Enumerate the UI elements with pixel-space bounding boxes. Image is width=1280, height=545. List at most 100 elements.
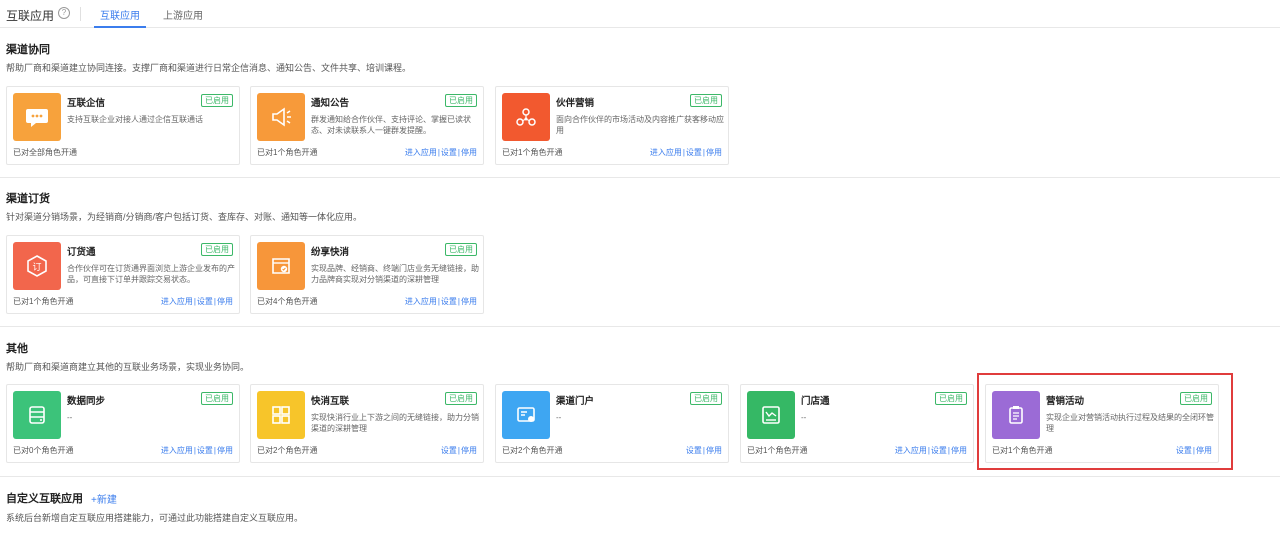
highlight-box xyxy=(977,373,1233,470)
page-title: 互联应用 xyxy=(6,9,55,23)
settings-link[interactable]: 设置 xyxy=(931,446,947,455)
enabled-badge: 已启用 xyxy=(201,94,233,107)
enabled-badge: 已启用 xyxy=(445,392,477,405)
active-tab-indicator xyxy=(94,26,146,28)
app-actions: 进入应用|设置|停用 xyxy=(894,446,967,455)
app-name: 纷享快消 xyxy=(311,247,350,258)
enter-app-link[interactable]: 进入应用 xyxy=(895,446,927,455)
custom-apps-title: 自定义互联应用 xyxy=(6,493,83,505)
app-name: 渠道门户 xyxy=(556,396,595,407)
settings-link[interactable]: 设置 xyxy=(686,148,702,157)
app-status: 已对1个角色开通 xyxy=(13,297,74,306)
enabled-badge: 已启用 xyxy=(690,94,722,107)
app-description: 实现品牌、经销商、终端门店业务无缝链接，助力品牌商实现对分销渠道的深耕管理 xyxy=(311,264,479,284)
app-description: -- xyxy=(556,413,562,422)
app-description: 面向合作伙伴的市场活动及内容推广获客移动应用 xyxy=(556,115,724,135)
database-icon xyxy=(13,391,61,439)
app-status: 已对2个角色开通 xyxy=(502,446,563,455)
disable-link[interactable]: 停用 xyxy=(461,297,477,306)
network-icon xyxy=(502,93,550,141)
app-actions: 进入应用|设置|停用 xyxy=(404,148,477,157)
disable-link[interactable]: 停用 xyxy=(951,446,967,455)
app-name: 通知公告 xyxy=(311,98,350,109)
app-name: 订货通 xyxy=(67,247,96,258)
app-card-store: 门店通 已启用 -- 已对1个角色开通 进入应用|设置|停用 xyxy=(740,384,974,463)
app-actions: 进入应用|设置|停用 xyxy=(160,446,233,455)
shop-icon xyxy=(747,391,795,439)
settings-link[interactable]: 设置 xyxy=(197,297,213,306)
section-title-channel-collab: 渠道协同 xyxy=(6,44,50,56)
section-desc-other: 帮助厂商和渠道商建立其他的互联业务场景，实现业务协同。 xyxy=(6,362,250,372)
app-status: 已对1个角色开通 xyxy=(747,446,808,455)
help-icon[interactable]: ? xyxy=(58,7,70,19)
enabled-badge: 已启用 xyxy=(445,94,477,107)
app-card-partner-marketing: 伙伴营销 已启用 面向合作伙伴的市场活动及内容推广获客移动应用 已对1个角色开通… xyxy=(495,86,729,165)
enabled-badge: 已启用 xyxy=(690,392,722,405)
app-name: 门店通 xyxy=(801,396,830,407)
app-description: -- xyxy=(801,413,807,422)
enabled-badge: 已启用 xyxy=(935,392,967,405)
section-desc-channel-collab: 帮助厂商和渠道建立协同连接。支撑厂商和渠道进行日常企信消息、通知公告、文件共享、… xyxy=(6,63,412,73)
disable-link[interactable]: 停用 xyxy=(217,297,233,306)
app-status: 已对4个角色开通 xyxy=(257,297,318,306)
section-divider xyxy=(0,326,1280,327)
app-description: 支持互联企业对接人通过企信互联通话 xyxy=(67,115,203,124)
app-description: 合作伙伴可在订货通界面浏览上游企业发布的产品，可直接下订单并跟踪交易状态。 xyxy=(67,264,235,284)
app-card-channel-portal: 渠道门户 已启用 -- 已对2个角色开通 设置|停用 xyxy=(495,384,729,463)
enter-app-link[interactable]: 进入应用 xyxy=(650,148,682,157)
app-card-notice: 通知公告 已启用 群发通知给合作伙伴、支持评论、掌握已读状态、对未读联系人一键群… xyxy=(250,86,484,165)
settings-link[interactable]: 设置 xyxy=(441,148,457,157)
app-name: 快消互联 xyxy=(311,396,350,407)
app-card-data-sync: 数据同步 已启用 -- 已对0个角色开通 进入应用|设置|停用 xyxy=(6,384,240,463)
enter-app-link[interactable]: 进入应用 xyxy=(405,148,437,157)
app-card-order: 订 订货通 已启用 合作伙伴可在订货通界面浏览上游企业发布的产品，可直接下订单并… xyxy=(6,235,240,314)
disable-link[interactable]: 停用 xyxy=(706,446,722,455)
app-status: 已对0个角色开通 xyxy=(13,446,74,455)
app-description: -- xyxy=(67,413,73,422)
app-name: 数据同步 xyxy=(67,396,106,407)
enabled-badge: 已启用 xyxy=(201,392,233,405)
app-name: 互联企信 xyxy=(67,98,106,109)
chat-bubble-icon xyxy=(13,93,61,141)
enter-app-link[interactable]: 进入应用 xyxy=(405,297,437,306)
enabled-badge: 已启用 xyxy=(445,243,477,256)
settings-link[interactable]: 设置 xyxy=(197,446,213,455)
app-actions: 进入应用|设置|停用 xyxy=(404,297,477,306)
disable-link[interactable]: 停用 xyxy=(461,446,477,455)
enter-app-link[interactable]: 进入应用 xyxy=(161,446,193,455)
section-title-other: 其他 xyxy=(6,343,28,355)
app-status: 已对2个角色开通 xyxy=(257,446,318,455)
svg-text:订: 订 xyxy=(32,262,41,273)
tab-upstream-apps[interactable]: 上游应用 xyxy=(163,7,203,22)
enter-app-link[interactable]: 进入应用 xyxy=(161,297,193,306)
disable-link[interactable]: 停用 xyxy=(461,148,477,157)
portal-icon xyxy=(502,391,550,439)
new-app-button[interactable]: +新建 xyxy=(91,491,117,506)
disable-link[interactable]: 停用 xyxy=(217,446,233,455)
app-card-im: 互联企信 已启用 支持互联企业对接人通过企信互联通话 已对全部角色开通 xyxy=(6,86,240,165)
app-actions: 进入应用|设置|停用 xyxy=(160,297,233,306)
megaphone-icon xyxy=(257,93,305,141)
divider xyxy=(80,7,81,21)
app-actions: 设置|停用 xyxy=(440,446,477,455)
tab-interconnect-apps[interactable]: 互联应用 xyxy=(100,7,140,22)
store-icon xyxy=(257,242,305,290)
section-divider xyxy=(0,476,1280,477)
app-status: 已对1个角色开通 xyxy=(502,148,563,157)
grid-icon xyxy=(257,391,305,439)
app-status: 已对全部角色开通 xyxy=(13,148,77,157)
settings-link[interactable]: 设置 xyxy=(686,446,702,455)
section-divider xyxy=(0,177,1280,178)
app-actions: 进入应用|设置|停用 xyxy=(649,148,722,157)
settings-link[interactable]: 设置 xyxy=(441,297,457,306)
settings-link[interactable]: 设置 xyxy=(441,446,457,455)
app-name: 伙伴营销 xyxy=(556,98,595,109)
disable-link[interactable]: 停用 xyxy=(706,148,722,157)
app-actions: 设置|停用 xyxy=(685,446,722,455)
app-description: 群发通知给合作伙伴、支持评论、掌握已读状态、对未读联系人一键群发提醒。 xyxy=(311,115,471,135)
enabled-badge: 已启用 xyxy=(201,243,233,256)
app-card-fmcg-connect: 快消互联 已启用 实现快消行业上下游之间的无缝链接，助力分销渠道的深耕管理 已对… xyxy=(250,384,484,463)
top-bar: 互联应用 ? 互联应用 上游应用 xyxy=(0,0,1280,28)
app-status: 已对1个角色开通 xyxy=(257,148,318,157)
custom-apps-desc: 系统后台新增自定互联应用搭建能力，可通过此功能搭建自定义互联应用。 xyxy=(6,513,304,523)
